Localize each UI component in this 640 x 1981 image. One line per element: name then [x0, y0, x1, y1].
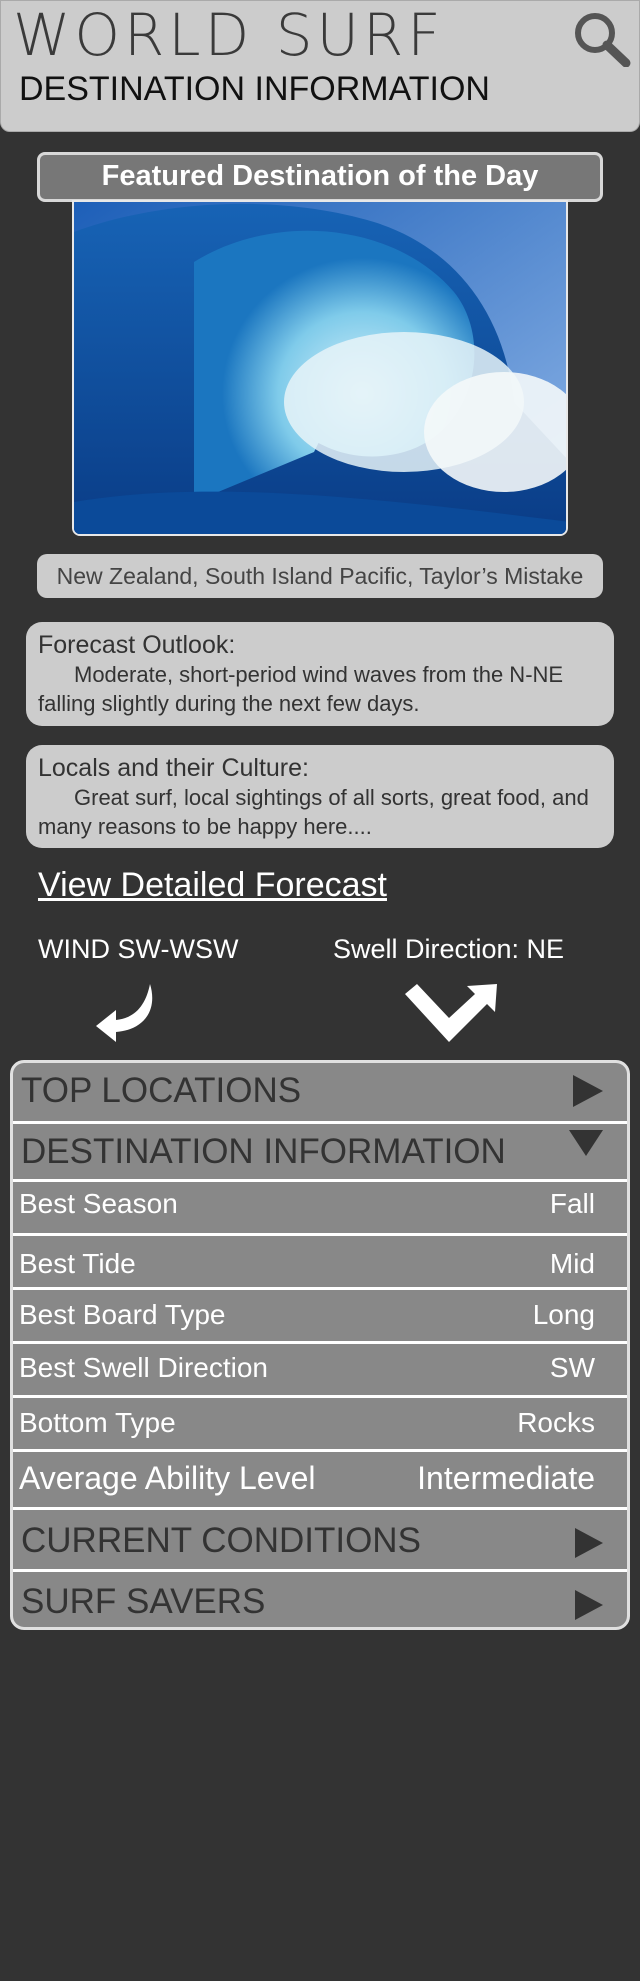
current-conditions-header[interactable]: CURRENT CONDITIONS — [13, 1510, 627, 1569]
featured-location: New Zealand, South Island Pacific, Taylo… — [37, 554, 603, 598]
detail-row: Best Tide Mid — [13, 1236, 627, 1287]
expand-right-icon — [575, 1590, 603, 1620]
surf-savers-header[interactable]: SURF SAVERS — [13, 1572, 627, 1627]
app-title: WORLD SURF — [13, 1, 445, 69]
surf-savers-label: SURF SAVERS — [21, 1582, 266, 1621]
forecast-outlook-card: Forecast Outlook: Moderate, short-period… — [26, 622, 614, 726]
detail-value: Long — [532, 1299, 595, 1330]
detail-value: SW — [549, 1352, 595, 1383]
destination-accordion: TOP LOCATIONS DESTINATION INFORMATION Be… — [10, 1060, 630, 1630]
collapse-down-icon — [569, 1130, 603, 1156]
detail-row: Best Board Type Long — [13, 1290, 627, 1341]
detail-label: Best Tide — [19, 1248, 136, 1279]
view-detailed-forecast-link[interactable]: View Detailed Forecast — [38, 864, 387, 906]
destination-information-label: DESTINATION INFORMATION — [21, 1132, 506, 1171]
detail-label: Best Swell Direction — [19, 1352, 268, 1383]
app-header: WORLD SURF DESTINATION INFORMATION — [0, 0, 640, 132]
detail-row: Average Ability Level Intermediate — [13, 1452, 627, 1507]
detail-value: Mid — [549, 1248, 595, 1279]
swell-arrow-icon — [405, 984, 497, 1042]
featured-destination-label: Featured Destination of the Day — [37, 152, 603, 202]
detail-value: Intermediate — [417, 1460, 595, 1496]
detail-row: Bottom Type Rocks — [13, 1398, 627, 1449]
top-locations-header[interactable]: TOP LOCATIONS — [13, 1063, 627, 1121]
forecast-outlook-text: Moderate, short-period wind waves from t… — [38, 662, 564, 716]
search-icon[interactable] — [571, 11, 631, 67]
detail-label: Best Season — [19, 1188, 178, 1219]
wind-direction-label: WIND SW-WSW — [38, 934, 239, 964]
expand-right-icon — [575, 1528, 603, 1558]
detail-value: Fall — [549, 1188, 595, 1219]
detail-label: Best Board Type — [19, 1299, 226, 1330]
detail-label: Average Ability Level — [19, 1460, 316, 1496]
forecast-outlook-heading: Forecast Outlook: — [38, 631, 236, 659]
app-subtitle: DESTINATION INFORMATION — [19, 70, 490, 108]
featured-wave-image[interactable] — [72, 200, 568, 536]
current-conditions-label: CURRENT CONDITIONS — [21, 1521, 421, 1560]
locals-culture-card: Locals and their Culture: Great surf, lo… — [26, 745, 614, 848]
detail-label: Bottom Type — [19, 1407, 176, 1438]
swell-direction-label: Swell Direction: NE — [333, 934, 565, 964]
top-locations-label: TOP LOCATIONS — [21, 1071, 302, 1110]
detail-row: Best Season Fall — [13, 1182, 627, 1233]
locals-culture-text: Great surf, local sightings of all sorts… — [38, 785, 589, 839]
wind-arrow-icon — [96, 984, 153, 1042]
locals-culture-heading: Locals and their Culture: — [38, 754, 309, 782]
detail-row: Best Swell Direction SW — [13, 1344, 627, 1395]
destination-information-header[interactable]: DESTINATION INFORMATION — [13, 1124, 627, 1179]
detail-value: Rocks — [517, 1407, 595, 1438]
expand-right-icon — [573, 1075, 603, 1107]
